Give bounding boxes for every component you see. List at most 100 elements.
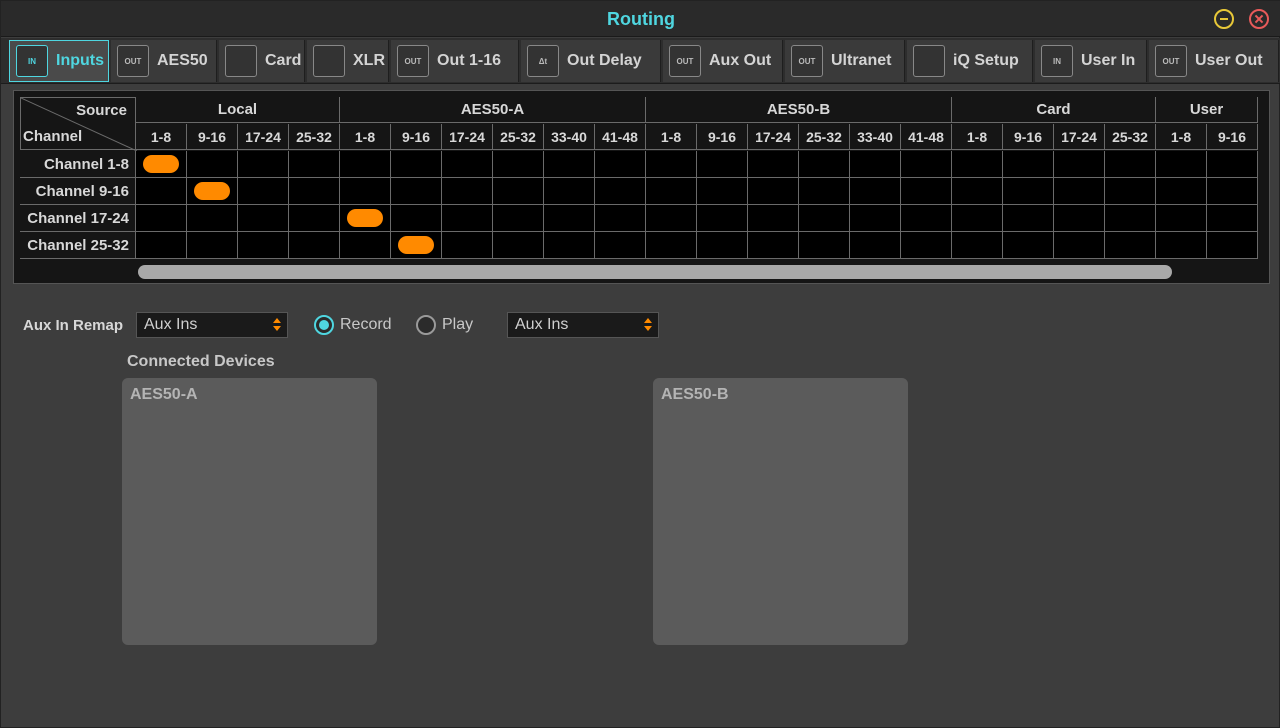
- matrix-cell[interactable]: [748, 178, 799, 205]
- matrix-cell[interactable]: [340, 205, 391, 232]
- matrix-cell[interactable]: [697, 232, 748, 259]
- matrix-cell[interactable]: [187, 232, 238, 259]
- matrix-cell[interactable]: [238, 205, 289, 232]
- matrix-cell[interactable]: [901, 205, 952, 232]
- matrix-cell[interactable]: [850, 178, 901, 205]
- matrix-cell[interactable]: [1156, 151, 1207, 178]
- matrix-cell[interactable]: [595, 178, 646, 205]
- tab-out-delay[interactable]: Δt Out Delay: [521, 40, 661, 82]
- close-icon[interactable]: [1249, 9, 1269, 29]
- matrix-cell[interactable]: [136, 205, 187, 232]
- matrix-cell[interactable]: [136, 178, 187, 205]
- tab-ultranet[interactable]: OUT Ultranet: [785, 40, 905, 82]
- matrix-cell[interactable]: [1054, 151, 1105, 178]
- matrix-cell[interactable]: [187, 205, 238, 232]
- matrix-cell[interactable]: [442, 232, 493, 259]
- tab-xlr[interactable]: XLR: [307, 40, 389, 82]
- matrix-cell[interactable]: [493, 178, 544, 205]
- tab-out-1-16[interactable]: OUT Out 1-16: [391, 40, 519, 82]
- matrix-cell[interactable]: [799, 151, 850, 178]
- route-indicator[interactable]: [347, 209, 383, 227]
- matrix-cell[interactable]: [289, 232, 340, 259]
- matrix-cell[interactable]: [901, 151, 952, 178]
- matrix-cell[interactable]: [493, 232, 544, 259]
- matrix-cell[interactable]: [1003, 232, 1054, 259]
- play-radio[interactable]: Play: [416, 315, 473, 335]
- tab-user-in[interactable]: IN User In: [1035, 40, 1147, 82]
- matrix-cell[interactable]: [850, 232, 901, 259]
- matrix-cell[interactable]: [697, 151, 748, 178]
- matrix-cell[interactable]: [289, 205, 340, 232]
- device-box-aes50-b[interactable]: AES50-B: [653, 378, 908, 645]
- matrix-cell[interactable]: [1003, 151, 1054, 178]
- matrix-cell[interactable]: [646, 205, 697, 232]
- matrix-cell[interactable]: [646, 232, 697, 259]
- matrix-cell[interactable]: [238, 178, 289, 205]
- matrix-cell[interactable]: [340, 232, 391, 259]
- matrix-cell[interactable]: [544, 151, 595, 178]
- matrix-cell[interactable]: [646, 151, 697, 178]
- matrix-cell[interactable]: [952, 205, 1003, 232]
- minimize-icon[interactable]: [1214, 9, 1234, 29]
- matrix-cell[interactable]: [595, 232, 646, 259]
- matrix-cell[interactable]: [595, 151, 646, 178]
- matrix-cell[interactable]: [289, 151, 340, 178]
- matrix-cell[interactable]: [1054, 178, 1105, 205]
- tab-iq-setup[interactable]: iQ Setup: [907, 40, 1033, 82]
- matrix-cell[interactable]: [187, 151, 238, 178]
- matrix-cell[interactable]: [799, 232, 850, 259]
- matrix-cell[interactable]: [1207, 232, 1258, 259]
- route-indicator[interactable]: [194, 182, 230, 200]
- matrix-cell[interactable]: [544, 232, 595, 259]
- matrix-cell[interactable]: [1003, 205, 1054, 232]
- tab-aux-out[interactable]: OUT Aux Out: [663, 40, 783, 82]
- matrix-cell[interactable]: [493, 205, 544, 232]
- matrix-cell[interactable]: [952, 178, 1003, 205]
- matrix-cell[interactable]: [850, 151, 901, 178]
- matrix-cell[interactable]: [1156, 205, 1207, 232]
- matrix-cell[interactable]: [799, 205, 850, 232]
- matrix-cell[interactable]: [391, 205, 442, 232]
- matrix-cell[interactable]: [850, 205, 901, 232]
- matrix-cell[interactable]: [1207, 205, 1258, 232]
- record-radio[interactable]: Record: [314, 315, 392, 335]
- matrix-cell[interactable]: [646, 178, 697, 205]
- matrix-cell[interactable]: [1003, 178, 1054, 205]
- matrix-cell[interactable]: [442, 178, 493, 205]
- matrix-cell[interactable]: [697, 178, 748, 205]
- matrix-cell[interactable]: [697, 205, 748, 232]
- matrix-cell[interactable]: [1054, 205, 1105, 232]
- device-box-aes50-a[interactable]: AES50-A: [122, 378, 377, 645]
- matrix-cell[interactable]: [901, 178, 952, 205]
- matrix-cell[interactable]: [340, 178, 391, 205]
- matrix-cell[interactable]: [289, 178, 340, 205]
- matrix-cell[interactable]: [1105, 151, 1156, 178]
- tab-inputs[interactable]: IN Inputs: [9, 40, 109, 82]
- matrix-cell[interactable]: [1105, 205, 1156, 232]
- matrix-cell[interactable]: [748, 205, 799, 232]
- matrix-cell[interactable]: [1207, 151, 1258, 178]
- matrix-cell[interactable]: [493, 151, 544, 178]
- matrix-cell[interactable]: [952, 151, 1003, 178]
- matrix-cell[interactable]: [238, 151, 289, 178]
- matrix-cell[interactable]: [799, 178, 850, 205]
- matrix-cell[interactable]: [391, 151, 442, 178]
- matrix-cell[interactable]: [1156, 232, 1207, 259]
- matrix-cell[interactable]: [1105, 232, 1156, 259]
- matrix-cell[interactable]: [391, 232, 442, 259]
- matrix-cell[interactable]: [340, 151, 391, 178]
- matrix-cell[interactable]: [544, 205, 595, 232]
- aux-in-remap-select[interactable]: Aux Ins: [136, 312, 288, 338]
- matrix-cell[interactable]: [1156, 178, 1207, 205]
- matrix-cell[interactable]: [1105, 178, 1156, 205]
- matrix-cell[interactable]: [901, 232, 952, 259]
- matrix-cell[interactable]: [238, 232, 289, 259]
- matrix-cell[interactable]: [748, 151, 799, 178]
- matrix-cell[interactable]: [1207, 178, 1258, 205]
- matrix-cell[interactable]: [595, 205, 646, 232]
- matrix-cell[interactable]: [391, 178, 442, 205]
- matrix-cell[interactable]: [136, 232, 187, 259]
- matrix-cell[interactable]: [136, 151, 187, 178]
- matrix-cell[interactable]: [748, 232, 799, 259]
- route-indicator[interactable]: [143, 155, 179, 173]
